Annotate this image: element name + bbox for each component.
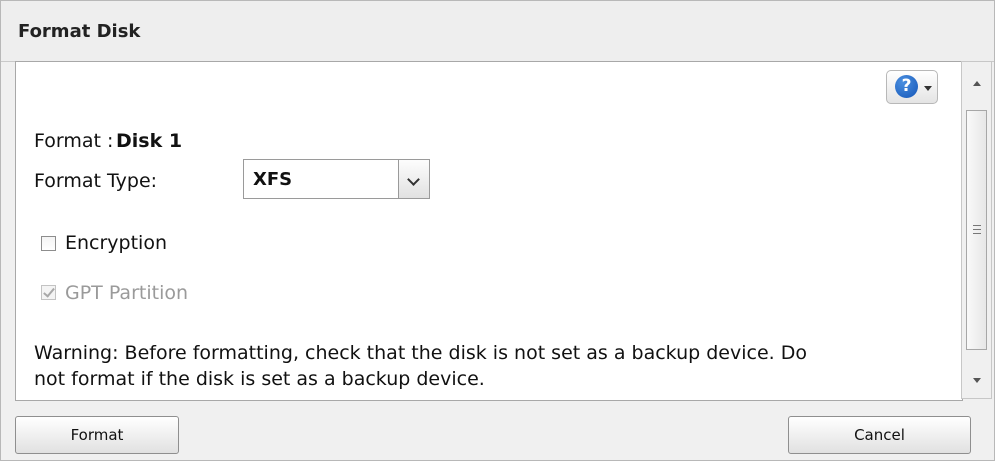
format-type-value: XFS: [253, 169, 293, 190]
format-label: Format :: [34, 130, 114, 152]
scroll-down-icon[interactable]: [973, 378, 981, 383]
gpt-partition-label: GPT Partition: [65, 282, 189, 304]
dialog-titlebar: Format Disk: [1, 1, 994, 62]
chevron-down-icon[interactable]: [398, 159, 430, 199]
caret-down-icon: [924, 86, 932, 91]
help-icon: ?: [895, 75, 918, 98]
cancel-button[interactable]: Cancel: [788, 416, 971, 454]
dialog-title: Format Disk: [18, 21, 141, 42]
warning-line-2: not format if the disk is set as a backu…: [34, 368, 485, 390]
dialog-content: ? Format : Disk 1 Format Type: XFS Encry…: [15, 61, 963, 401]
grip-line-icon: [973, 225, 981, 226]
grip-line-icon: [973, 233, 981, 234]
encryption-label: Encryption: [65, 232, 168, 254]
vertical-scrollbar[interactable]: [961, 61, 992, 399]
format-disk-dialog: Format Disk ? Format : Disk 1 Format Typ…: [0, 0, 995, 461]
gpt-partition-checkbox[interactable]: [41, 285, 56, 300]
format-type-label: Format Type:: [34, 170, 158, 192]
format-type-select[interactable]: XFS: [243, 159, 430, 199]
format-button[interactable]: Format: [15, 416, 179, 454]
grip-line-icon: [973, 229, 981, 230]
scrollbar-thumb[interactable]: [966, 110, 987, 350]
disk-name: Disk 1: [116, 130, 183, 152]
help-button[interactable]: ?: [886, 70, 938, 104]
encryption-checkbox[interactable]: [41, 236, 56, 251]
warning-line-1: Warning: Before formatting, check that t…: [34, 342, 807, 364]
scroll-up-icon[interactable]: [973, 81, 981, 86]
